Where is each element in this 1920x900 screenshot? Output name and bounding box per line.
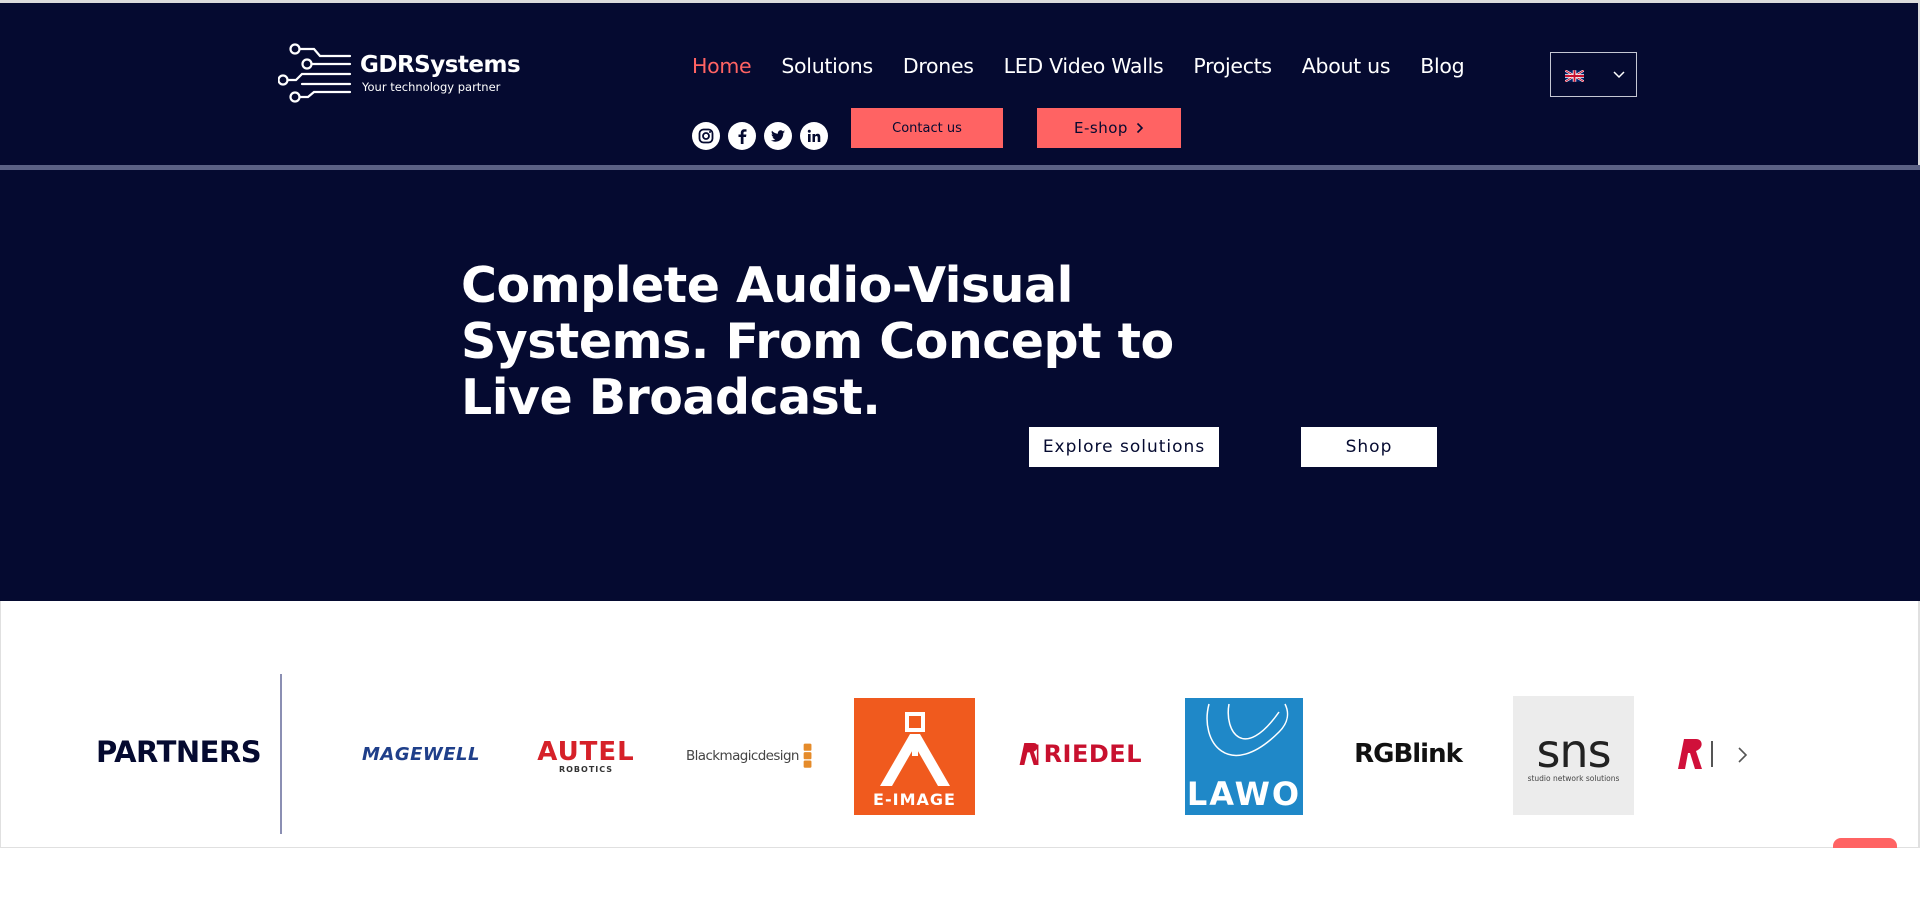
lawo-logo[interactable]: LAWO — [1185, 698, 1303, 815]
eshop-button[interactable]: E-shop — [1037, 108, 1181, 148]
nav-drones[interactable]: Drones — [903, 54, 974, 84]
chevron-right-icon — [1738, 747, 1748, 763]
partners-divider — [280, 674, 282, 834]
blackmagic-mark-icon — [803, 743, 812, 768]
nav-led-video-walls[interactable]: LED Video Walls — [1004, 54, 1164, 84]
partners-title: PARTNERS — [96, 735, 262, 769]
explore-solutions-button[interactable]: Explore solutions — [1029, 427, 1219, 467]
partial-partner-mark — [1711, 741, 1713, 767]
linkedin-icon[interactable] — [800, 122, 828, 150]
eshop-label: E-shop — [1074, 119, 1128, 137]
chevron-down-icon — [1613, 71, 1625, 79]
riedel-logo[interactable]: RIEDEL — [1018, 736, 1142, 772]
partner-r-mark-icon — [1678, 739, 1702, 769]
sns-logo[interactable]: sns studio network solutions — [1513, 696, 1634, 815]
shop-button[interactable]: Shop — [1301, 427, 1437, 467]
blackmagic-logo[interactable]: Blackmagicdesign — [686, 734, 812, 778]
social-links — [692, 122, 828, 150]
e-image-logo[interactable]: E-IMAGE — [854, 698, 975, 815]
instagram-icon[interactable] — [692, 122, 720, 150]
nav-solutions[interactable]: Solutions — [781, 54, 873, 84]
nav-home[interactable]: Home — [692, 54, 752, 84]
twitter-icon[interactable] — [764, 122, 792, 150]
contact-us-label: Contact us — [892, 120, 962, 136]
language-selector[interactable] — [1550, 52, 1637, 97]
chevron-right-icon — [1136, 122, 1144, 134]
main-nav: Home Solutions Drones LED Video Walls Pr… — [692, 54, 1465, 84]
partners-next-button[interactable] — [1733, 742, 1753, 768]
circuit-logo-icon — [277, 43, 352, 103]
brand-tagline: Your technology partner — [362, 80, 501, 94]
site-logo[interactable]: GDRSystems Your technology partner — [277, 42, 521, 106]
hero-title: Complete Audio-Visual Systems. From Conc… — [461, 257, 1174, 426]
tripod-icon — [879, 712, 950, 786]
riedel-mark-icon — [1019, 742, 1039, 766]
nav-projects[interactable]: Projects — [1193, 54, 1272, 84]
brand-name: GDRSystems — [360, 52, 521, 78]
facebook-icon[interactable] — [728, 122, 756, 150]
shop-label: Shop — [1345, 437, 1393, 457]
contact-us-button[interactable]: Contact us — [851, 108, 1003, 148]
autel-logo[interactable]: AUTEL ROBOTICS — [536, 736, 636, 776]
explore-solutions-label: Explore solutions — [1042, 437, 1206, 457]
uk-flag-icon — [1565, 70, 1584, 82]
partial-partner-logo[interactable] — [1676, 736, 1720, 772]
nav-about-us[interactable]: About us — [1302, 54, 1391, 84]
lawo-swoosh-icon — [1206, 703, 1289, 757]
nav-blog[interactable]: Blog — [1420, 54, 1464, 84]
magewell-logo[interactable]: MAGEWELL — [356, 738, 486, 770]
rgblink-logo[interactable]: RGBlink — [1346, 736, 1470, 772]
chat-button[interactable] — [1833, 838, 1897, 848]
